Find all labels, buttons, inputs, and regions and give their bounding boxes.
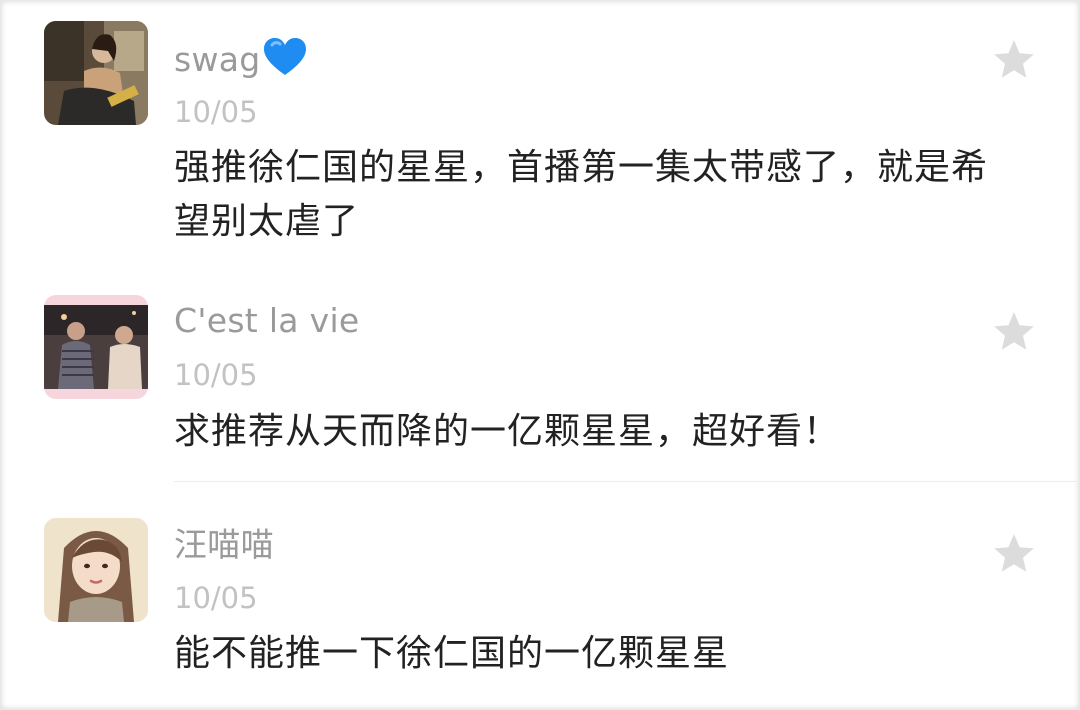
comment-text: 求推荐从天而降的一亿颗星星，超好看！ [174,411,841,452]
comment-text: 能不能推一下徐仁国的一亿颗星星 [174,633,730,674]
divider [174,481,1080,482]
comment-text: 强推徐仁国的星星，首播第一集太带感了，就是希望别太虐了 [174,147,989,242]
avatar[interactable] [44,518,148,622]
comment-list: swag 10/05 强推徐仁国的星星，首播第一集太带感了，就是希望别太虐了 C… [0,0,1080,710]
avatar[interactable] [44,295,148,399]
username[interactable]: swag [174,37,307,86]
star-icon[interactable] [991,37,1037,83]
comment-date: 10/05 [174,581,258,615]
username[interactable]: C'est la vie [174,301,360,341]
avatar[interactable] [44,21,148,125]
star-icon[interactable] [991,531,1037,577]
username[interactable]: 汪喵喵 [174,525,274,565]
comment-date: 10/05 [174,95,258,129]
username-text: swag [174,40,261,79]
blue-heart-icon [263,37,307,86]
star-icon[interactable] [991,309,1037,355]
comment-date: 10/05 [174,358,258,392]
